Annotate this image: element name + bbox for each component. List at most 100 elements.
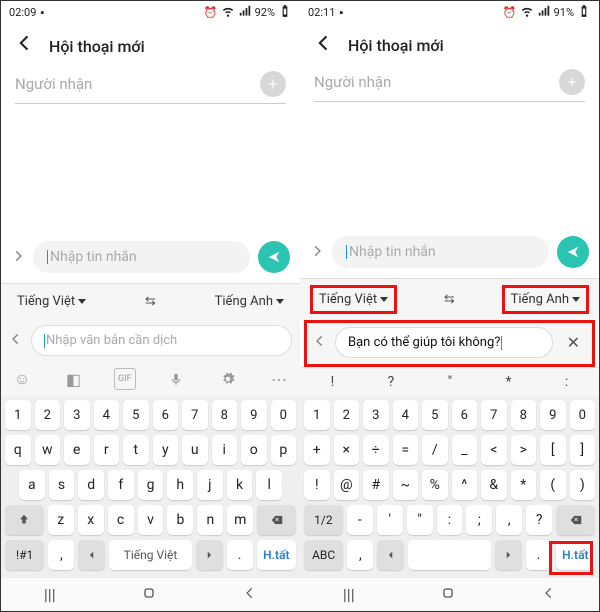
- key-cursor-right[interactable]: [495, 540, 521, 570]
- key-period[interactable]: .: [526, 540, 552, 570]
- back-icon[interactable]: [15, 33, 35, 59]
- key-space[interactable]: [408, 540, 492, 570]
- key-0[interactable]: 0: [570, 400, 596, 430]
- key-sym[interactable]: *: [511, 470, 537, 500]
- key-1[interactable]: 1: [5, 400, 31, 430]
- expand-icon[interactable]: [11, 248, 25, 267]
- key-h[interactable]: h: [167, 470, 193, 500]
- key-j[interactable]: j: [197, 470, 223, 500]
- key-x[interactable]: x: [78, 505, 104, 535]
- key-u[interactable]: u: [182, 435, 208, 465]
- key-sym[interactable]: ÷: [363, 435, 389, 465]
- key-d[interactable]: d: [78, 470, 104, 500]
- key-sym[interactable]: ': [377, 505, 403, 535]
- key-sym[interactable]: !: [304, 470, 330, 500]
- nav-recent-icon[interactable]: |||: [343, 585, 355, 604]
- key-0[interactable]: 0: [271, 400, 297, 430]
- key-z[interactable]: z: [48, 505, 74, 535]
- key-m[interactable]: m: [227, 505, 253, 535]
- key-abc[interactable]: ABC: [304, 540, 343, 570]
- key-done[interactable]: H.tất: [257, 540, 296, 570]
- back-icon[interactable]: [314, 33, 334, 57]
- key-sym[interactable]: -: [347, 505, 373, 535]
- key-symbols[interactable]: !#1: [5, 540, 44, 570]
- source-lang-selector[interactable]: Tiếng Việt: [11, 290, 92, 313]
- key-sym[interactable]: ;: [466, 505, 492, 535]
- key-8[interactable]: 8: [511, 400, 537, 430]
- emoji-icon[interactable]: ☺: [11, 368, 33, 390]
- suggestion-item[interactable]: !: [331, 374, 335, 390]
- key-sym[interactable]: =: [393, 435, 419, 465]
- target-lang-selector[interactable]: Tiếng Anh: [209, 290, 290, 313]
- key-5[interactable]: 5: [123, 400, 149, 430]
- key-7[interactable]: 7: [182, 400, 208, 430]
- key-sym[interactable]: %: [422, 470, 448, 500]
- key-n[interactable]: n: [197, 505, 223, 535]
- key-b[interactable]: b: [167, 505, 193, 535]
- key-r[interactable]: r: [94, 435, 120, 465]
- key-q[interactable]: q: [5, 435, 31, 465]
- translate-input[interactable]: Nhập văn bản cần dịch: [31, 325, 292, 356]
- key-done[interactable]: H.tất: [556, 540, 595, 570]
- key-i[interactable]: i: [212, 435, 238, 465]
- key-2[interactable]: 2: [334, 400, 360, 430]
- nav-back-icon[interactable]: [542, 585, 556, 604]
- key-sym[interactable]: (: [540, 470, 566, 500]
- key-period[interactable]: .: [227, 540, 253, 570]
- voice-icon[interactable]: [165, 368, 187, 390]
- nav-home-icon[interactable]: [141, 585, 157, 605]
- message-input[interactable]: Nhập tin nhắn: [332, 236, 549, 268]
- key-4[interactable]: 4: [393, 400, 419, 430]
- suggestion-item[interactable]: *: [505, 374, 511, 390]
- recipient-field[interactable]: Người nhận: [15, 71, 286, 104]
- key-backspace[interactable]: [257, 505, 296, 535]
- key-a[interactable]: a: [19, 470, 45, 500]
- key-v[interactable]: v: [138, 505, 164, 535]
- key-shift[interactable]: [5, 505, 44, 535]
- swap-lang-button[interactable]: ⇆: [145, 294, 156, 309]
- key-9[interactable]: 9: [540, 400, 566, 430]
- recipient-field[interactable]: Người nhận: [314, 69, 585, 102]
- key-sym[interactable]: @: [334, 470, 360, 500]
- key-sym[interactable]: &: [481, 470, 507, 500]
- source-lang-selector[interactable]: Tiếng Việt: [310, 285, 397, 314]
- key-6[interactable]: 6: [452, 400, 478, 430]
- target-lang-selector[interactable]: Tiếng Anh: [502, 285, 589, 314]
- nav-back-icon[interactable]: [243, 585, 257, 604]
- suggestion-item[interactable]: ?: [388, 374, 395, 390]
- key-sym[interactable]: [: [540, 435, 566, 465]
- add-recipient-button[interactable]: [559, 69, 585, 95]
- key-sym[interactable]: ~: [393, 470, 419, 500]
- key-sym[interactable]: ": [407, 505, 433, 535]
- key-sym[interactable]: <: [481, 435, 507, 465]
- message-input[interactable]: Nhập tin nhắn: [33, 241, 250, 273]
- key-sym[interactable]: #: [363, 470, 389, 500]
- key-backspace[interactable]: [556, 505, 595, 535]
- swap-lang-button[interactable]: ⇆: [444, 292, 455, 307]
- key-1[interactable]: 1: [304, 400, 330, 430]
- key-9[interactable]: 9: [241, 400, 267, 430]
- key-e[interactable]: e: [64, 435, 90, 465]
- gif-icon[interactable]: GIF: [114, 368, 136, 390]
- key-sym[interactable]: >: [511, 435, 537, 465]
- key-cursor-right[interactable]: [196, 540, 222, 570]
- collapse-icon[interactable]: [313, 333, 327, 352]
- settings-icon[interactable]: [217, 368, 239, 390]
- key-8[interactable]: 8: [212, 400, 238, 430]
- key-5[interactable]: 5: [422, 400, 448, 430]
- key-sym[interactable]: ^: [452, 470, 478, 500]
- key-w[interactable]: w: [35, 435, 61, 465]
- more-icon[interactable]: ⋯: [268, 368, 290, 390]
- key-sym[interactable]: ): [570, 470, 596, 500]
- key-k[interactable]: k: [227, 470, 253, 500]
- sticker-icon[interactable]: ◧: [62, 368, 84, 390]
- key-sym[interactable]: +: [304, 435, 330, 465]
- key-y[interactable]: y: [153, 435, 179, 465]
- collapse-icon[interactable]: [9, 331, 23, 350]
- key-sym[interactable]: :: [437, 505, 463, 535]
- key-s[interactable]: s: [49, 470, 75, 500]
- nav-home-icon[interactable]: [440, 585, 456, 605]
- send-button[interactable]: [557, 236, 589, 268]
- key-l[interactable]: l: [256, 470, 282, 500]
- key-sym[interactable]: ×: [334, 435, 360, 465]
